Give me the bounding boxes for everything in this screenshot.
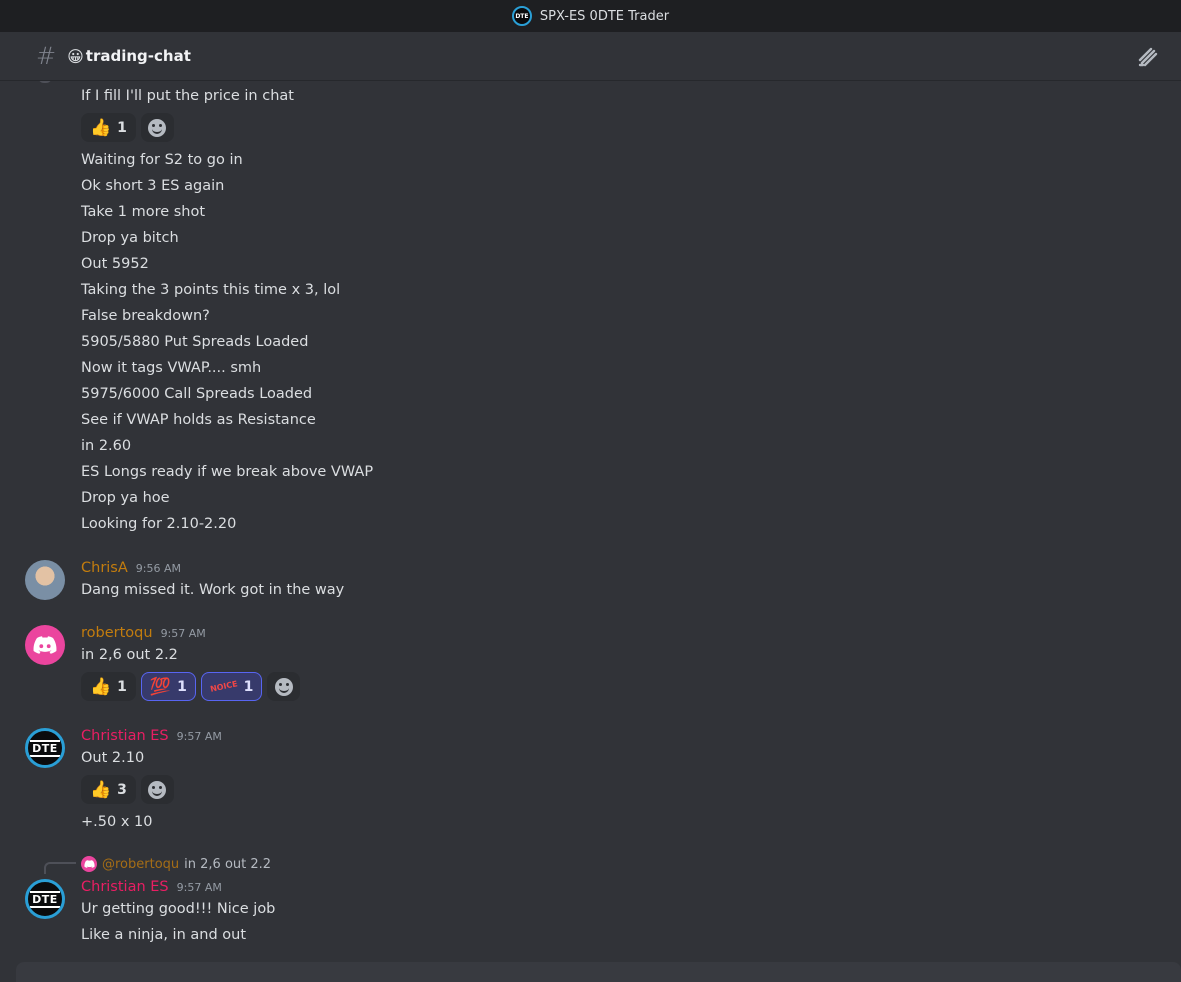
message-header: robertoqu 9:57 AM [81,625,206,641]
message-text: ES Longs ready if we break above VWAP [81,464,374,480]
noice-emoji-icon: NOICE [209,679,239,694]
message-timestamp: 9:57 AM [176,881,222,894]
avatar-christian-es[interactable]: DTE [25,728,65,768]
message-text: Dang missed it. Work got in the way [81,582,345,598]
author-name[interactable]: robertoqu [81,625,153,641]
channel-emoji: 😀 [67,46,84,66]
smile-icon [148,780,167,799]
thumbs-up-icon: 👍 [90,779,112,800]
message-text: False breakdown? [81,308,210,324]
message-text: Take 1 more shot [81,204,206,220]
channel-name: trading-chat [85,47,191,65]
message-text: Out 2.10 [81,750,145,766]
dte-logo-icon: DTE [30,890,60,908]
author-name[interactable]: ChrisA [81,560,128,576]
add-reaction-button[interactable] [140,775,174,804]
reactions-row: 👍 1 💯 1 NOICE 1 [81,672,301,701]
reply-snippet[interactable]: in 2,6 out 2.2 [184,857,271,872]
server-logo-icon: DTE [511,6,532,26]
smile-icon [274,677,293,696]
avatar-robertoqu[interactable] [25,625,65,665]
reaction-hundred[interactable]: 💯 1 [140,672,196,701]
reaction-thumbs-up[interactable]: 👍 1 [81,672,136,701]
message-text: +.50 x 10 [81,814,153,830]
message-text: Drop ya hoe [81,490,170,506]
message-text: If I fill I'll put the price in chat [81,88,294,104]
discord-logo-icon [83,860,95,868]
author-name[interactable]: Christian ES [81,879,169,895]
discord-logo-icon [33,636,57,654]
message-text: Out 5952 [81,256,149,272]
reaction-noice[interactable]: NOICE 1 [200,672,263,701]
message-timestamp: 9:57 AM [176,730,222,743]
add-reaction-button[interactable] [267,672,301,701]
add-reaction-button[interactable] [140,113,174,142]
hundred-points-icon: 💯 [149,676,172,697]
reaction-count: 3 [117,781,127,798]
threads-icon[interactable] [1137,46,1159,68]
avatar-edge [38,81,52,83]
avatar-christian-es[interactable]: DTE [25,879,65,919]
message-text: Drop ya bitch [81,230,179,246]
reactions-row: 👍 1 [81,113,174,142]
author-name[interactable]: Christian ES [81,728,169,744]
reaction-count: 1 [117,119,127,136]
message-text: in 2.60 [81,438,132,454]
reaction-count: 1 [243,678,254,695]
reaction-thumbs-up[interactable]: 👍 3 [81,775,136,804]
channel-header: # 😀 trading-chat [0,32,1181,81]
message-text: 5975/6000 Call Spreads Loaded [81,386,313,402]
message-text: Looking for 2.10-2.20 [81,516,237,532]
reaction-thumbs-up[interactable]: 👍 1 [81,113,136,142]
message-text: Ok short 3 ES again [81,178,225,194]
channel-hash-icon: # [36,42,57,70]
avatar-chrisa[interactable] [25,560,65,600]
reactions-row: 👍 3 [81,775,174,804]
message-header: Christian ES 9:57 AM [81,879,222,895]
message-header: ChrisA 9:56 AM [81,560,181,576]
window-title-bar: DTE SPX-ES 0DTE Trader [0,0,1181,32]
message-text: in 2,6 out 2.2 [81,647,178,663]
thumbs-up-icon: 👍 [90,117,112,138]
server-name: SPX-ES 0DTE Trader [539,8,670,24]
message-text: Ur getting good!!! Nice job [81,901,276,917]
reply-preview[interactable]: @robertoqu in 2,6 out 2.2 [81,856,271,872]
message-text: Like a ninja, in and out [81,927,247,943]
thumbs-up-icon: 👍 [90,676,112,697]
message-text: 5905/5880 Put Spreads Loaded [81,334,309,350]
dte-logo-icon: DTE [30,739,60,757]
reply-avatar-icon [81,856,97,872]
message-timestamp: 9:56 AM [135,562,181,575]
message-composer[interactable] [16,962,1181,982]
message-text: Taking the 3 points this time x 3, lol [81,282,341,298]
message-text: Now it tags VWAP.... smh [81,360,262,376]
message-list: If I fill I'll put the price in chat 👍 1… [0,81,1181,961]
message-text: See if VWAP holds as Resistance [81,412,316,428]
smile-icon [148,118,167,137]
reaction-count: 1 [117,678,127,695]
message-text: Waiting for S2 to go in [81,152,243,168]
reply-mention[interactable]: @robertoqu [102,857,179,872]
message-header: Christian ES 9:57 AM [81,728,222,744]
reaction-count: 1 [177,678,187,695]
message-timestamp: 9:57 AM [160,627,206,640]
reply-spine [44,862,76,874]
